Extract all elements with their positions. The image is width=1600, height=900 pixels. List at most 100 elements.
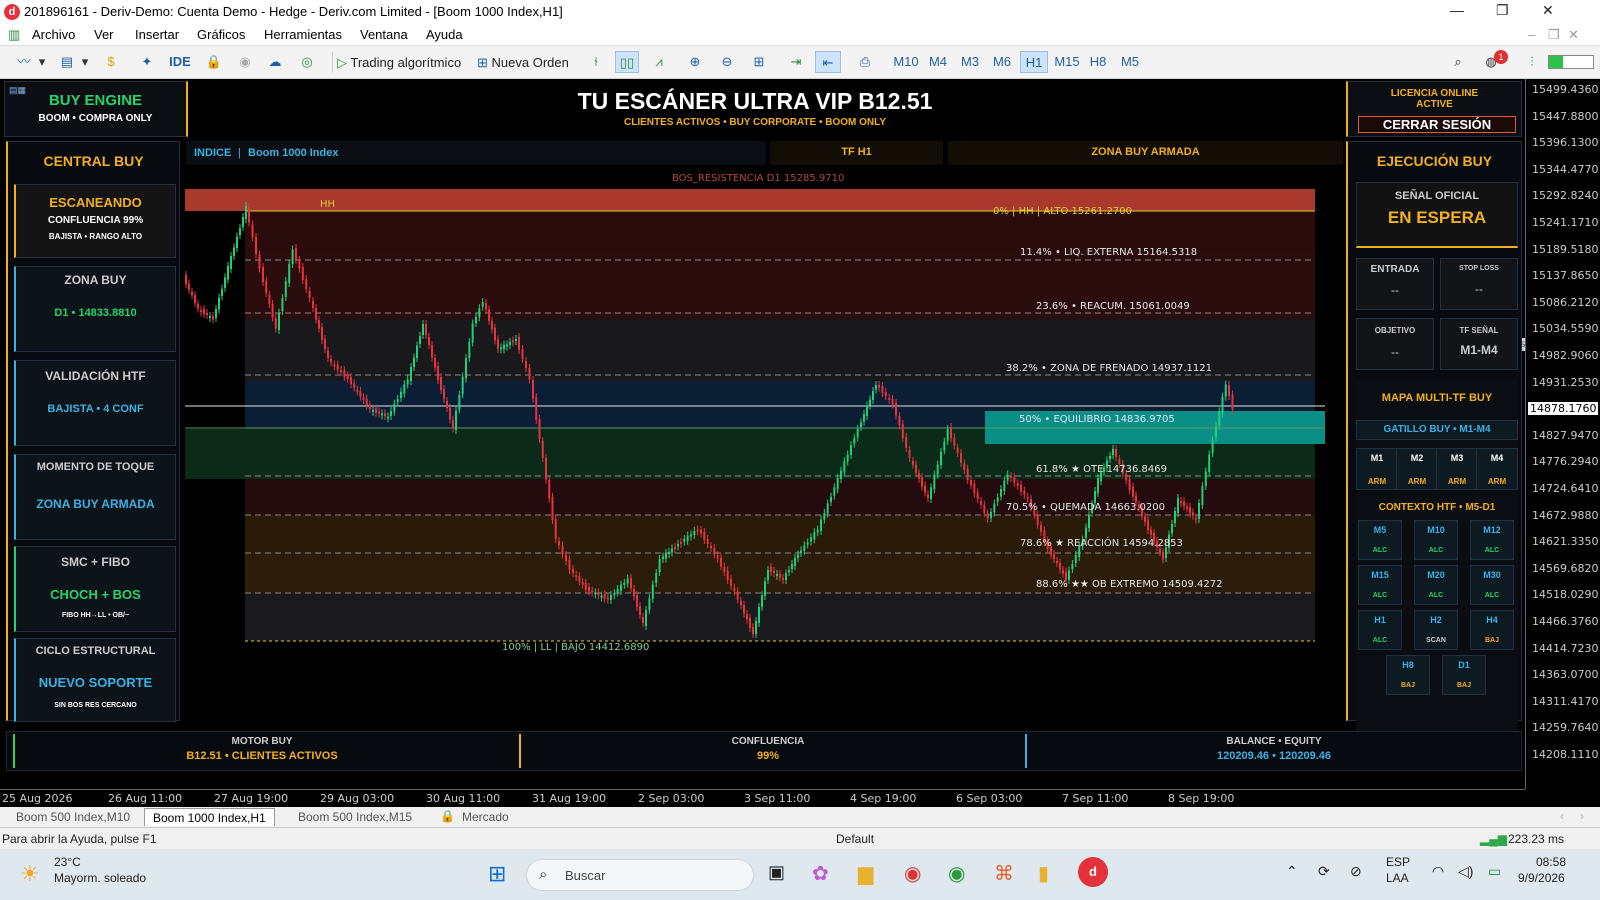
bar-chart-icon[interactable]: ⫮ (586, 51, 606, 73)
band-ob-extremo (245, 593, 1315, 641)
chart-area[interactable]: BOS_RESISTENCIA D1 15285.9710 HH 0% | HH… (0, 79, 1589, 789)
candle-body (393, 403, 396, 412)
maximize-icon[interactable]: ❐ (1496, 2, 1509, 19)
chevron-down-icon[interactable]: ▾ (36, 51, 48, 73)
autoscroll-icon[interactable]: ⇥ (784, 51, 808, 73)
algo-trading-button[interactable]: ▷ Trading algorítmico (332, 51, 472, 73)
mt5-icon[interactable]: ▮ (1038, 861, 1049, 886)
file-explorer-icon[interactable]: ▆ (858, 861, 873, 886)
menu-app-icon[interactable]: ▥ (8, 27, 20, 43)
taskbar-search[interactable]: ⌕ Buscar (526, 859, 754, 891)
mdi-minimize-icon[interactable]: – (1528, 27, 1535, 42)
signal-icon[interactable]: ◉ (234, 51, 256, 73)
clock-date[interactable]: 9/9/2026 (1518, 871, 1565, 885)
menu-insertar[interactable]: Insertar (135, 27, 179, 42)
tf-m5[interactable]: M5 (1117, 51, 1143, 73)
lang-1[interactable]: ESP (1386, 855, 1410, 869)
tray-chevron-icon[interactable]: ⌃ (1286, 863, 1298, 880)
clock-time[interactable]: 08:58 (1536, 855, 1566, 869)
grid-icon[interactable]: ⊞ (749, 51, 769, 73)
wifi-icon[interactable]: ◠ (1432, 863, 1444, 880)
price-chart[interactable] (0, 79, 1525, 789)
candle-body (1115, 449, 1117, 457)
chart-shift-icon[interactable]: ⇤ (815, 51, 841, 73)
menu-ayuda[interactable]: Ayuda (426, 27, 463, 42)
zoom-out-icon[interactable]: ⊖ (717, 51, 737, 73)
line-chart-icon[interactable]: ⩘ (648, 51, 670, 73)
search-icon[interactable]: ⌕ (1448, 51, 1468, 73)
menu-ver[interactable]: Ver (94, 27, 114, 42)
deriv-app-icon[interactable]: d (1078, 857, 1108, 887)
candles-icon[interactable]: ▯▯ (615, 51, 639, 73)
candle-body (1132, 487, 1134, 497)
new-order-button[interactable]: ⊞ Nueva Orden (476, 51, 572, 73)
tf-m3[interactable]: M3 (957, 51, 983, 73)
tf-m10[interactable]: M10 (892, 51, 920, 73)
cloud-icon[interactable]: ☁ (264, 51, 286, 73)
lock-icon[interactable]: 🔒 (203, 51, 225, 73)
candle-body (918, 473, 920, 479)
tf-m15[interactable]: M15 (1052, 51, 1082, 73)
candle-body (683, 539, 686, 542)
windows-start-icon[interactable]: ⊞ (488, 861, 506, 887)
crosshair-icon[interactable]: ✦ (136, 51, 158, 73)
candle-body (541, 441, 544, 458)
screenshot-icon[interactable]: ⎙ (854, 51, 876, 73)
tab-boom500-m10[interactable]: Boom 500 Index,M10 (8, 808, 138, 826)
task-view-icon[interactable]: ▣ (768, 862, 785, 883)
menu-ventana[interactable]: Ventana (360, 27, 408, 42)
tab-scroll-left-icon[interactable]: ‹ (1560, 809, 1564, 823)
candle-body (1006, 474, 1009, 481)
tf-m6[interactable]: M6 (989, 51, 1015, 73)
candle-body (633, 589, 635, 597)
zoom-in-icon[interactable]: ⊕ (685, 51, 705, 73)
tab-boom1000-h1[interactable]: Boom 1000 Index,H1 (144, 808, 275, 826)
chevron-down-icon[interactable]: ▾ (80, 51, 90, 73)
price-axis[interactable]: 15499.4360 15447.8800 15396.1300 15344.4770… (1525, 79, 1600, 789)
candle-body (215, 309, 217, 318)
chart-line-icon[interactable]: 〰 (14, 51, 34, 73)
tab-mercado[interactable]: Mercado (454, 808, 517, 826)
chrome-profile-icon[interactable]: ◉ (948, 861, 965, 886)
candle-body (390, 411, 392, 416)
candle-body (872, 391, 874, 400)
tab-scroll-right-icon[interactable]: › (1580, 809, 1584, 823)
tf-h8[interactable]: H8 (1085, 51, 1111, 73)
time-axis[interactable]: 25 Aug 2026 26 Aug 11:00 27 Aug 19:00 29 Au… (0, 789, 1525, 807)
logout-button[interactable]: CERRAR SESIÓN (1358, 116, 1516, 133)
minimize-icon[interactable]: — (1450, 2, 1464, 18)
menu-herramientas[interactable]: Herramientas (264, 27, 342, 42)
tray-network-off-icon[interactable]: ⊘ (1350, 863, 1362, 880)
mdi-close-icon[interactable]: ✕ (1568, 27, 1579, 43)
templates-icon[interactable]: ▤ (56, 51, 78, 73)
globe-icon[interactable]: ◎ (296, 51, 318, 73)
candle-body (983, 504, 986, 513)
tf-h1[interactable]: H1 (1020, 51, 1048, 73)
candle-body (940, 451, 942, 465)
lang-2[interactable]: LAA (1386, 871, 1409, 885)
tray-sync-icon[interactable]: ⟳ (1318, 863, 1330, 880)
menu-archivo[interactable]: Archivo (32, 27, 75, 42)
weather-icon[interactable]: ☀ (20, 861, 40, 887)
tab-boom500-m15[interactable]: Boom 500 Index,M15 (290, 808, 420, 826)
candle-body (830, 496, 832, 502)
battery-icon[interactable]: ▭ (1488, 863, 1501, 880)
candle-body (740, 601, 742, 605)
ide-button[interactable]: IDE (165, 51, 195, 73)
candle-body (674, 547, 676, 549)
menu-graficos[interactable]: Gráficos (197, 27, 245, 42)
candle-body (639, 606, 641, 615)
dollar-icon[interactable]: $ (100, 51, 122, 73)
candle-body (1053, 554, 1055, 559)
candle-body (927, 494, 929, 498)
tf-m4[interactable]: M4 (925, 51, 951, 73)
contexto-d1: D1 BAJ (1442, 655, 1486, 695)
copilot-icon[interactable]: ✿ (812, 861, 829, 886)
mdi-restore-icon[interactable]: ❐ (1548, 27, 1560, 43)
time-tick: 4 Sep 19:00 (850, 792, 917, 805)
close-icon[interactable]: ✕ (1542, 2, 1554, 19)
volume-icon[interactable]: ◁) (1458, 863, 1473, 880)
app-icon[interactable]: ⌘ (994, 861, 1014, 886)
stoploss-card: STOP LOSS -- (1440, 258, 1518, 310)
chrome-icon[interactable]: ◉ (904, 861, 921, 886)
